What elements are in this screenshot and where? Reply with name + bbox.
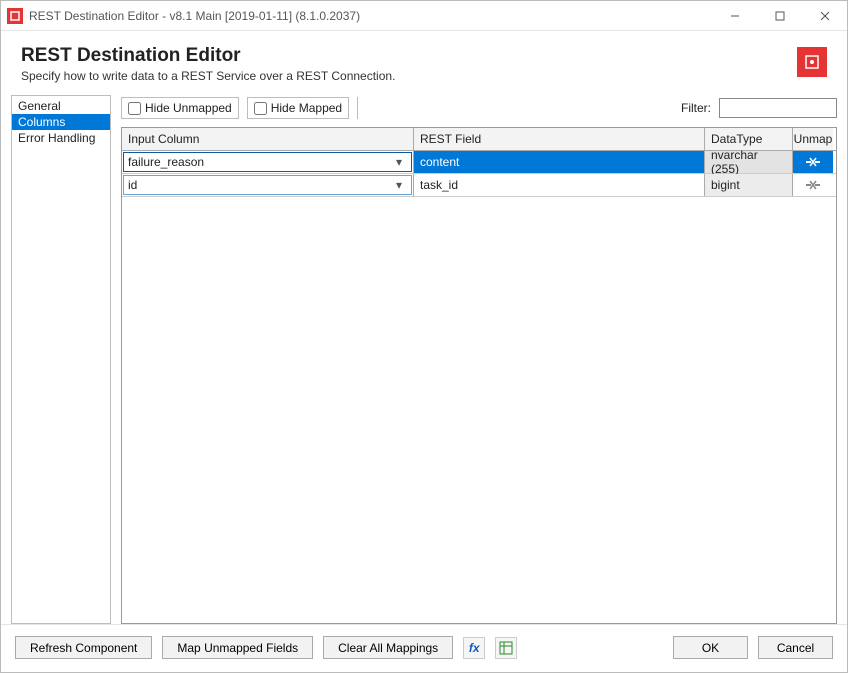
hide-unmapped-label: Hide Unmapped [145, 101, 232, 115]
maximize-button[interactable] [757, 1, 802, 30]
rest-field-value: content [420, 155, 459, 169]
footer: Refresh Component Map Unmapped Fields Cl… [1, 624, 847, 670]
toolbar-divider [357, 97, 358, 119]
window-title: REST Destination Editor - v8.1 Main [201… [29, 9, 360, 23]
cell-unmap[interactable] [793, 151, 833, 173]
col-header-unmap[interactable]: Unmap [793, 128, 833, 150]
sidebar: General Columns Error Handling [11, 95, 111, 624]
hide-mapped-checkbox[interactable]: Hide Mapped [247, 97, 349, 119]
filter-input[interactable] [719, 98, 837, 118]
app-icon [7, 8, 23, 24]
input-column-value: failure_reason [128, 155, 204, 169]
col-header-datatype[interactable]: DataType [705, 128, 793, 150]
page-subtitle: Specify how to write data to a REST Serv… [21, 69, 797, 83]
clear-all-mappings-button[interactable]: Clear All Mappings [323, 636, 453, 659]
cell-datatype: bigint [705, 174, 793, 196]
content-toolbar: Hide Unmapped Hide Mapped Filter: [121, 95, 837, 121]
cancel-button[interactable]: Cancel [758, 636, 833, 659]
main: General Columns Error Handling Hide Unma… [1, 89, 847, 624]
expression-icon-button[interactable]: fx [463, 637, 485, 659]
filter-label: Filter: [681, 101, 711, 115]
titlebar: REST Destination Editor - v8.1 Main [201… [1, 1, 847, 31]
cell-unmap[interactable] [793, 174, 833, 196]
input-column-select[interactable]: failure_reason ▾ [123, 152, 412, 172]
cell-input-column[interactable]: id ▾ [122, 174, 414, 196]
brand-logo-icon [797, 47, 827, 77]
sidebar-item-error-handling[interactable]: Error Handling [12, 130, 110, 146]
window-controls [712, 1, 847, 30]
content: Hide Unmapped Hide Mapped Filter: Input … [121, 95, 837, 624]
datatype-value: nvarchar (255) [711, 148, 786, 176]
minimize-button[interactable] [712, 1, 757, 30]
grid-row[interactable]: id ▾ task_id bigint [122, 174, 836, 197]
datatype-value: bigint [711, 178, 740, 192]
cell-rest-field[interactable]: task_id [414, 174, 705, 196]
cell-rest-field[interactable]: content [414, 151, 705, 173]
sidebar-item-general[interactable]: General [12, 98, 110, 114]
col-header-rest[interactable]: REST Field [414, 128, 705, 150]
column-chooser-icon-button[interactable] [495, 637, 517, 659]
unmap-icon [804, 155, 822, 169]
hide-mapped-label: Hide Mapped [271, 101, 342, 115]
rest-field-value: task_id [420, 178, 458, 192]
sidebar-item-columns[interactable]: Columns [12, 114, 110, 130]
input-column-value: id [128, 178, 137, 192]
chevron-down-icon: ▾ [391, 178, 407, 192]
close-button[interactable] [802, 1, 847, 30]
input-column-select[interactable]: id ▾ [123, 175, 412, 195]
col-header-input[interactable]: Input Column [122, 128, 414, 150]
map-unmapped-fields-button[interactable]: Map Unmapped Fields [162, 636, 313, 659]
page-title: REST Destination Editor [21, 45, 797, 67]
cell-datatype: nvarchar (255) [705, 151, 793, 173]
mapping-grid: Input Column REST Field DataType Unmap f… [121, 127, 837, 624]
header: REST Destination Editor Specify how to w… [1, 31, 847, 89]
ok-button[interactable]: OK [673, 636, 748, 659]
hide-unmapped-checkbox[interactable]: Hide Unmapped [121, 97, 239, 119]
hide-unmapped-input[interactable] [128, 102, 141, 115]
cell-input-column[interactable]: failure_reason ▾ [122, 151, 414, 173]
unmap-icon [804, 178, 822, 192]
refresh-component-button[interactable]: Refresh Component [15, 636, 152, 659]
grid-row[interactable]: failure_reason ▾ content nvarchar (255) [122, 151, 836, 174]
chevron-down-icon: ▾ [391, 155, 407, 169]
hide-mapped-input[interactable] [254, 102, 267, 115]
